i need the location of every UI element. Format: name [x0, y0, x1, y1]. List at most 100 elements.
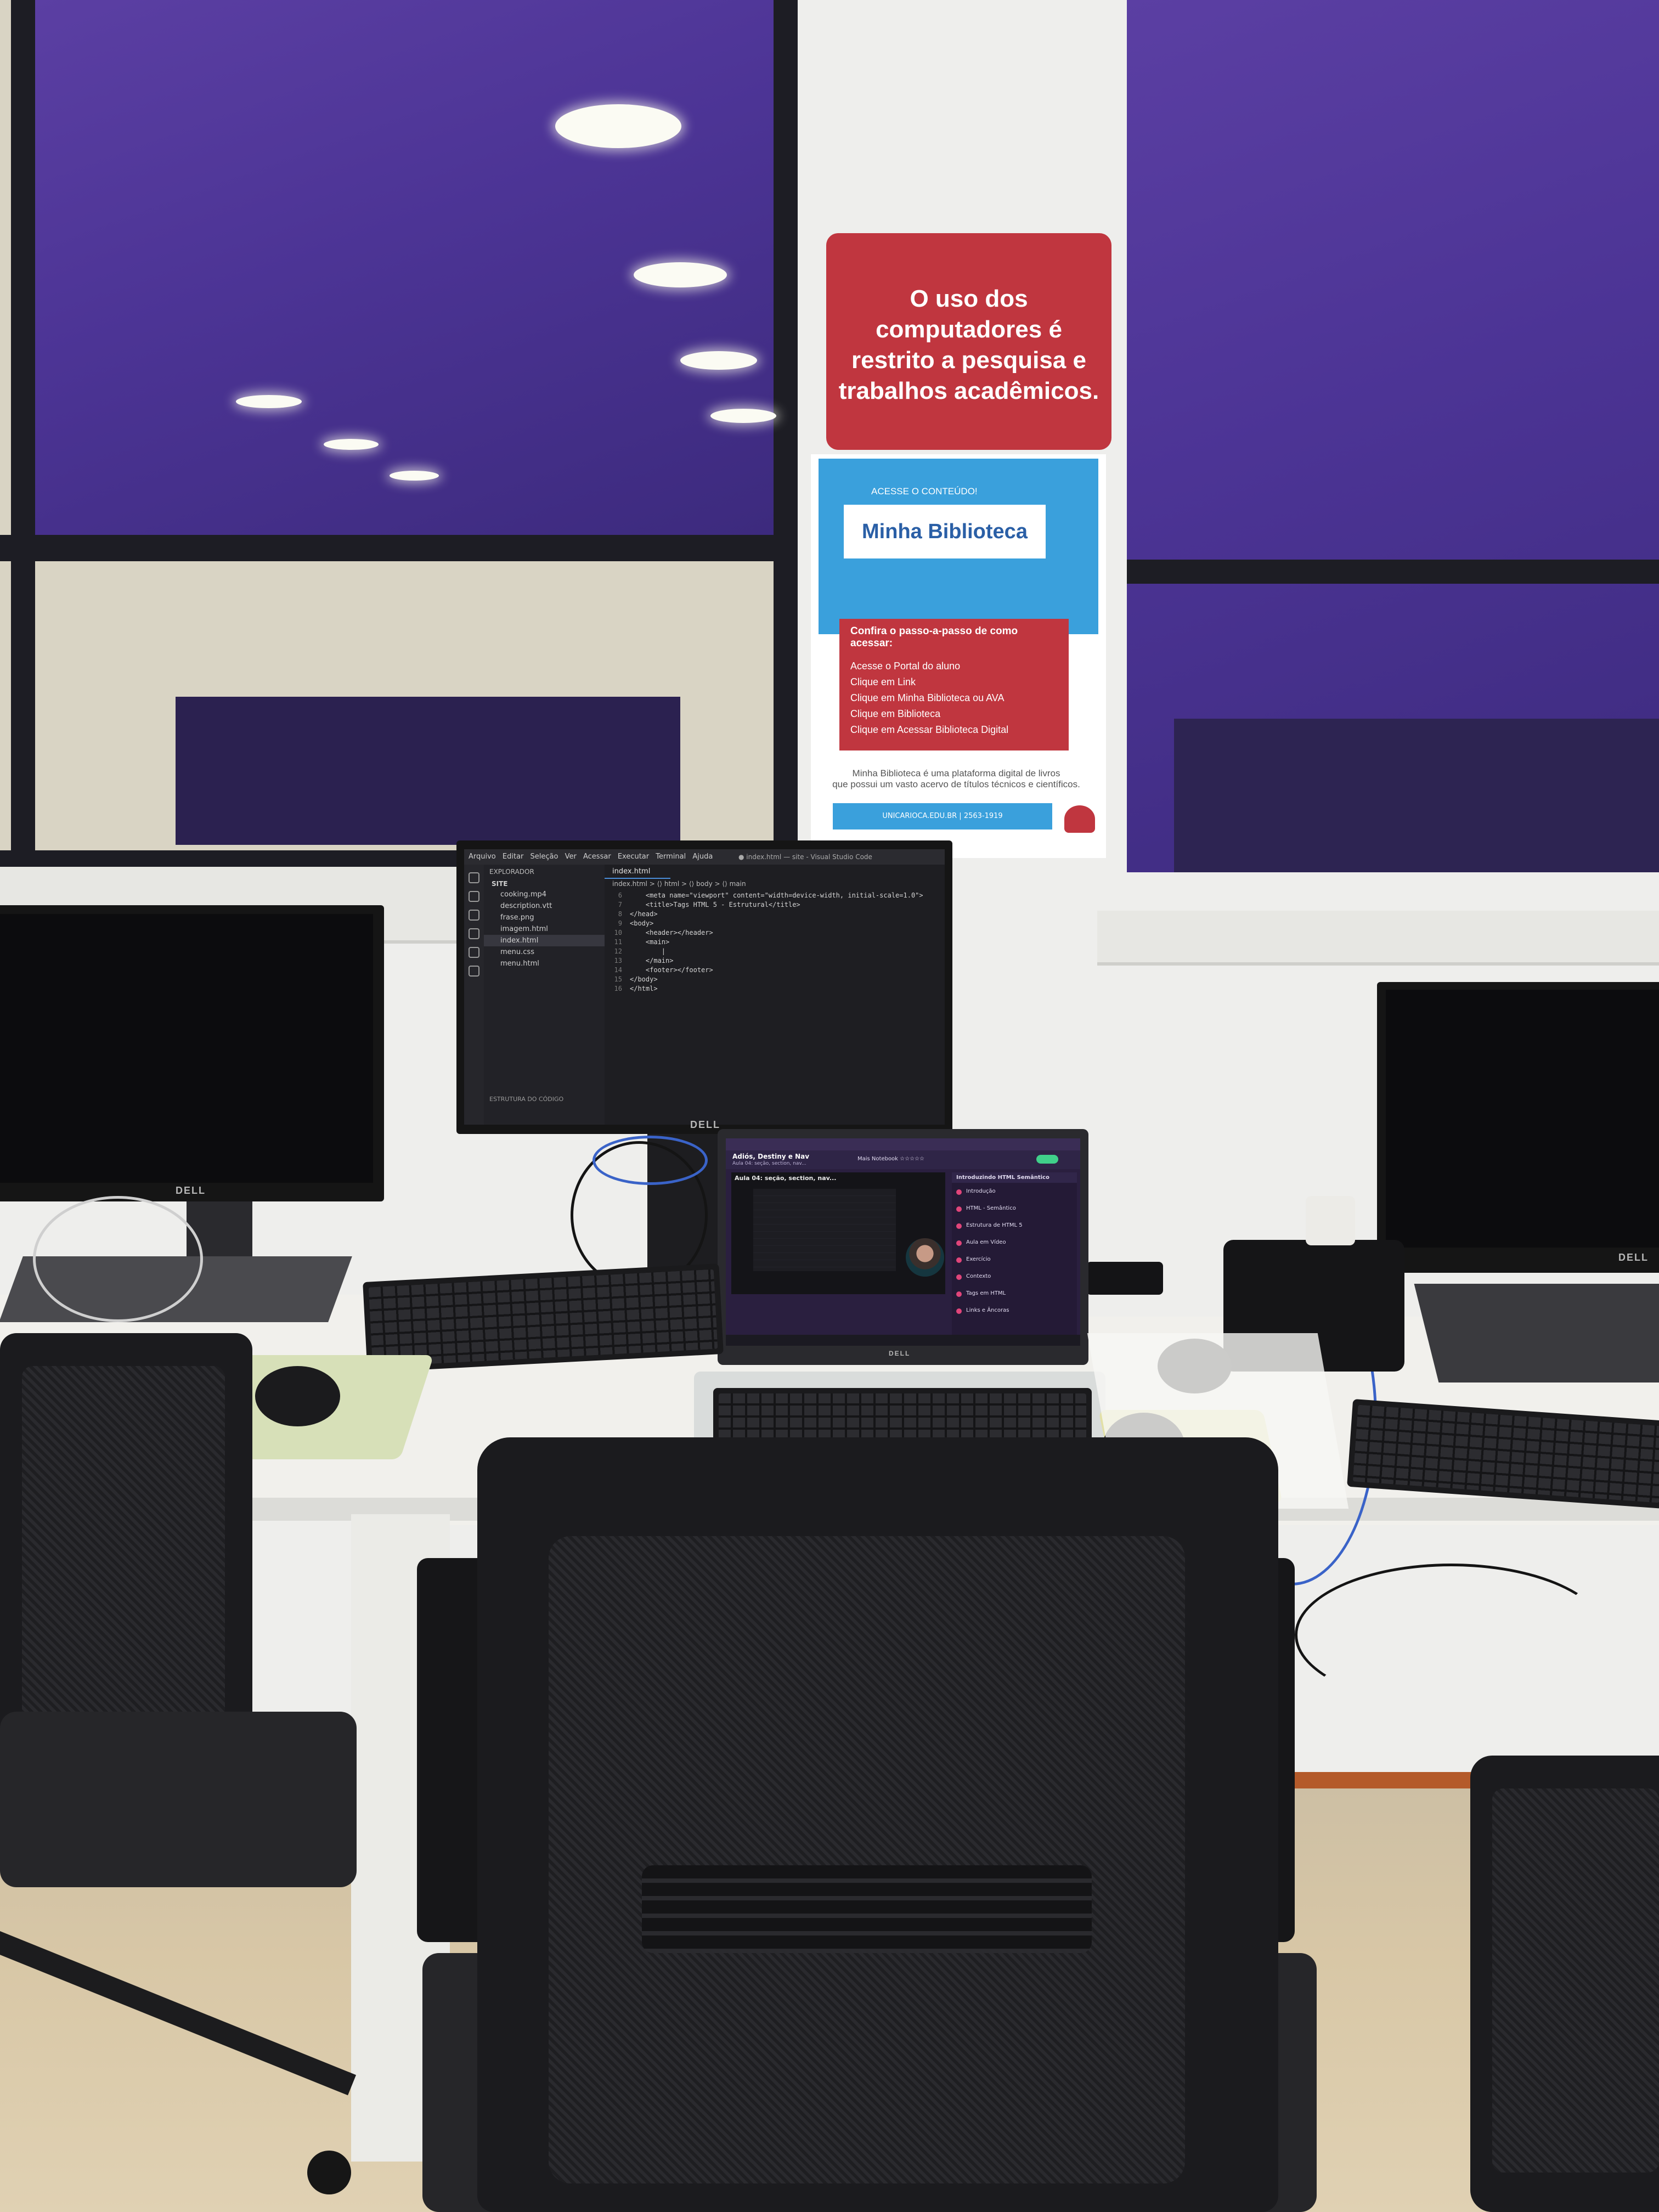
library-description: Minha Biblioteca é uma plataforma digita…: [832, 768, 1080, 789]
line-number: 6: [618, 891, 622, 899]
center-chair-back: [477, 1437, 1278, 2212]
vscode-window: Arquivo Editar Seleção Ver Acessar Execu…: [464, 849, 945, 1125]
code-line[interactable]: 13 </main>: [608, 956, 923, 966]
explorer-panel: EXPLORADOR SITE cooking.mp4 description.…: [484, 865, 605, 1125]
vscode-titlebar: Arquivo Editar Seleção Ver Acessar Execu…: [464, 849, 945, 865]
dell-logo: DELL: [176, 1185, 206, 1196]
dell-logo: DELL: [690, 1119, 720, 1130]
lesson-item[interactable]: Links e Âncoras: [952, 1302, 1077, 1319]
code-line[interactable]: 16 </html>: [608, 984, 923, 994]
library-workstation-scene: O uso dos computadores é restrito a pesq…: [0, 0, 1659, 2212]
line-number: 7: [618, 901, 622, 909]
code-line[interactable]: 6 <meta name="viewport" content="width=d…: [608, 891, 923, 900]
step-item: Acesse o Portal do aluno: [850, 661, 961, 672]
window-frame-vertical-left: [11, 0, 35, 867]
step-item: Clique em Link: [850, 676, 916, 687]
dell-logo: DELL: [1618, 1252, 1649, 1263]
cable: [33, 1196, 203, 1322]
breadcrumb[interactable]: index.html > ⟨⟩ html > ⟨⟩ body > ⟨⟩ main: [612, 880, 746, 888]
code-area[interactable]: 6 <meta name="viewport" content="width=d…: [608, 891, 923, 994]
code-line[interactable]: 7 <title>Tags HTML 5 - Estrutural</title…: [608, 900, 923, 910]
minha-biblioteca-poster: ACESSE O CONTEÚDO! Minha Biblioteca Conf…: [811, 454, 1106, 858]
lesson-item[interactable]: Tags em HTML: [952, 1285, 1077, 1302]
lesson-sidebar: Introduzindo HTML Semântico Introdução H…: [952, 1172, 1077, 1337]
extensions-icon[interactable]: [469, 947, 479, 958]
ceiling-light-reflection: [555, 104, 681, 148]
ceiling-light-reflection: [236, 395, 302, 408]
network-cable: [592, 1136, 708, 1185]
ceiling-light-reflection: [390, 471, 439, 481]
rating-label[interactable]: Mais Notebook ☆☆☆☆☆: [857, 1156, 924, 1162]
line-number: 8: [618, 910, 622, 918]
usage-policy-poster: O uso dos computadores é restrito a pesq…: [826, 233, 1111, 450]
next-lesson-button[interactable]: [1036, 1155, 1058, 1164]
step-item: Clique em Minha Biblioteca ou AVA: [850, 692, 1005, 703]
poster-footer: UNICARIOCA.EDU.BR | 2563-1919: [833, 803, 1052, 830]
code-text: <main>: [630, 938, 670, 946]
ceiling-light-reflection: [634, 262, 727, 287]
lesson-item[interactable]: Contexto: [952, 1268, 1077, 1285]
laptop-screen: Adiós, Destiny e Nav Aula 04: seção, sec…: [726, 1138, 1080, 1346]
window-frame-vertical-mid: [774, 0, 798, 867]
code-line[interactable]: 10 <header></header>: [608, 928, 923, 938]
code-line[interactable]: 9 <body>: [608, 919, 923, 928]
line-number: 13: [614, 957, 622, 964]
file-item[interactable]: frase.png: [484, 912, 605, 923]
glass-reflection: [176, 697, 680, 845]
code-text: <footer></footer>: [630, 966, 713, 974]
lesson-item[interactable]: Introdução: [952, 1183, 1077, 1200]
code-line[interactable]: 12 |: [608, 947, 923, 956]
menu-item[interactable]: Editar: [503, 853, 524, 861]
course-subtitle: Aula 04: seção, section, nav...: [732, 1161, 806, 1166]
editor-tab[interactable]: index.html: [605, 865, 670, 879]
file-item[interactable]: cooking.mp4: [484, 889, 605, 900]
file-item[interactable]: menu.css: [484, 946, 605, 958]
menu-item[interactable]: Seleção: [531, 853, 558, 861]
menu-item[interactable]: Arquivo: [469, 853, 496, 861]
activity-bar: [464, 865, 484, 1125]
run-debug-icon[interactable]: [469, 928, 479, 939]
lesson-item[interactable]: Aula em Vídeo: [952, 1234, 1077, 1251]
browser-address-bar[interactable]: [726, 1138, 1080, 1150]
code-text: </html>: [630, 985, 658, 992]
lesson-item[interactable]: Estrutura de HTML 5: [952, 1217, 1077, 1234]
source-control-icon[interactable]: [469, 910, 479, 921]
menu-item[interactable]: Terminal: [656, 853, 686, 861]
glass-reflection: [1174, 719, 1659, 883]
file-item[interactable]: menu.html: [484, 958, 605, 969]
code-line[interactable]: 8 </head>: [608, 910, 923, 919]
access-label: ACESSE O CONTEÚDO!: [871, 486, 978, 496]
line-number: 14: [614, 966, 622, 974]
menu-item[interactable]: Executar: [618, 853, 649, 861]
code-text: <title>Tags HTML 5 - Estrutural</title>: [630, 901, 800, 909]
menu-item[interactable]: Acessar: [583, 853, 611, 861]
code-line[interactable]: 11 <main>: [608, 938, 923, 947]
line-number: 10: [614, 929, 622, 936]
file-item[interactable]: description.vtt: [484, 900, 605, 912]
mouse-left[interactable]: [255, 1366, 340, 1426]
explorer-icon[interactable]: [469, 872, 479, 883]
remote-icon[interactable]: [469, 966, 479, 977]
code-line[interactable]: 15 </body>: [608, 975, 923, 984]
power-adapter: [1086, 1262, 1163, 1295]
editor[interactable]: index.html index.html > ⟨⟩ html > ⟨⟩ bod…: [605, 865, 945, 1125]
file-item-selected[interactable]: index.html: [484, 935, 605, 946]
outline-section[interactable]: ESTRUTURA DO CÓDIGO: [489, 1096, 563, 1103]
lesson-item[interactable]: Exercício: [952, 1251, 1077, 1268]
search-icon[interactable]: [469, 891, 479, 902]
step-item: Clique em Acessar Biblioteca Digital: [850, 724, 1009, 735]
left-chair-wheel: [307, 2151, 351, 2194]
menu-item[interactable]: Ver: [565, 853, 577, 861]
left-monitor-screen: [0, 914, 373, 1183]
file-item[interactable]: imagem.html: [484, 923, 605, 935]
lesson-item[interactable]: HTML - Semântico: [952, 1200, 1077, 1217]
university-logo: [1064, 805, 1095, 833]
menu-item[interactable]: Ajuda: [692, 853, 713, 861]
lesson-video[interactable]: Aula 04: seção, section, nav...: [731, 1172, 945, 1294]
folder-site[interactable]: SITE: [484, 879, 605, 889]
windows-taskbar[interactable]: [726, 1335, 1080, 1346]
window-frame-horizontal-left: [0, 535, 798, 561]
code-line[interactable]: 14 <footer></footer>: [608, 966, 923, 975]
access-steps: Confira o passo-a-passo de como acessar:…: [839, 619, 1069, 751]
ceiling-light-reflection: [324, 439, 379, 450]
